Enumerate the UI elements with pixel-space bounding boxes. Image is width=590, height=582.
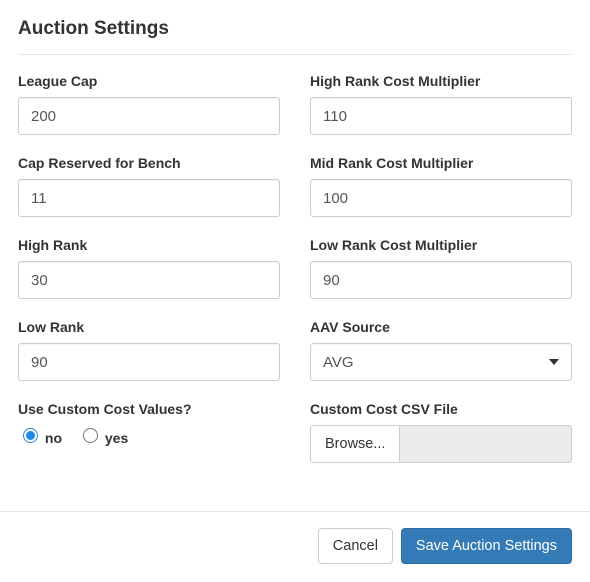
- field-league-cap: League Cap: [18, 73, 280, 135]
- form-columns: League Cap Cap Reserved for Bench High R…: [18, 73, 572, 483]
- label-mid-mult: Mid Rank Cost Multiplier: [310, 155, 572, 171]
- page-title: Auction Settings: [18, 18, 572, 40]
- field-use-custom: Use Custom Cost Values? no yes: [18, 401, 280, 454]
- field-cap-reserved: Cap Reserved for Bench: [18, 155, 280, 217]
- file-name-display: [400, 426, 571, 462]
- input-mid-mult[interactable]: [310, 179, 572, 217]
- radio-yes[interactable]: [83, 428, 98, 443]
- label-low-mult: Low Rank Cost Multiplier: [310, 237, 572, 253]
- label-low-rank: Low Rank: [18, 319, 280, 335]
- label-high-mult: High Rank Cost Multiplier: [310, 73, 572, 89]
- radio-option-no[interactable]: no: [18, 425, 62, 446]
- input-cap-reserved[interactable]: [18, 179, 280, 217]
- field-low-mult: Low Rank Cost Multiplier: [310, 237, 572, 299]
- radio-no-label: no: [45, 430, 62, 446]
- input-high-rank[interactable]: [18, 261, 280, 299]
- field-csv: Custom Cost CSV File Browse...: [310, 401, 572, 463]
- field-aav-source: AAV Source AVG: [310, 319, 572, 381]
- radio-no[interactable]: [23, 428, 38, 443]
- input-high-mult[interactable]: [310, 97, 572, 135]
- divider: [18, 54, 572, 55]
- field-high-mult: High Rank Cost Multiplier: [310, 73, 572, 135]
- label-league-cap: League Cap: [18, 73, 280, 89]
- right-column: High Rank Cost Multiplier Mid Rank Cost …: [310, 73, 572, 483]
- label-high-rank: High Rank: [18, 237, 280, 253]
- left-column: League Cap Cap Reserved for Bench High R…: [18, 73, 280, 483]
- input-league-cap[interactable]: [18, 97, 280, 135]
- input-low-rank[interactable]: [18, 343, 280, 381]
- chevron-down-icon: [549, 359, 559, 365]
- field-low-rank: Low Rank: [18, 319, 280, 381]
- save-button[interactable]: Save Auction Settings: [401, 528, 572, 564]
- field-high-rank: High Rank: [18, 237, 280, 299]
- radio-option-yes[interactable]: yes: [78, 425, 128, 446]
- label-cap-reserved: Cap Reserved for Bench: [18, 155, 280, 171]
- select-aav-source[interactable]: AVG: [310, 343, 572, 381]
- label-csv: Custom Cost CSV File: [310, 401, 572, 417]
- label-use-custom: Use Custom Cost Values?: [18, 401, 280, 417]
- input-low-mult[interactable]: [310, 261, 572, 299]
- select-aav-source-value: AVG: [323, 354, 549, 371]
- dialog-footer: Cancel Save Auction Settings: [0, 511, 590, 582]
- label-aav-source: AAV Source: [310, 319, 572, 335]
- radio-yes-label: yes: [105, 430, 128, 446]
- radio-group-use-custom: no yes: [18, 425, 280, 454]
- file-input-csv[interactable]: Browse...: [310, 425, 572, 463]
- browse-button[interactable]: Browse...: [311, 426, 400, 462]
- cancel-button[interactable]: Cancel: [318, 528, 393, 564]
- field-mid-mult: Mid Rank Cost Multiplier: [310, 155, 572, 217]
